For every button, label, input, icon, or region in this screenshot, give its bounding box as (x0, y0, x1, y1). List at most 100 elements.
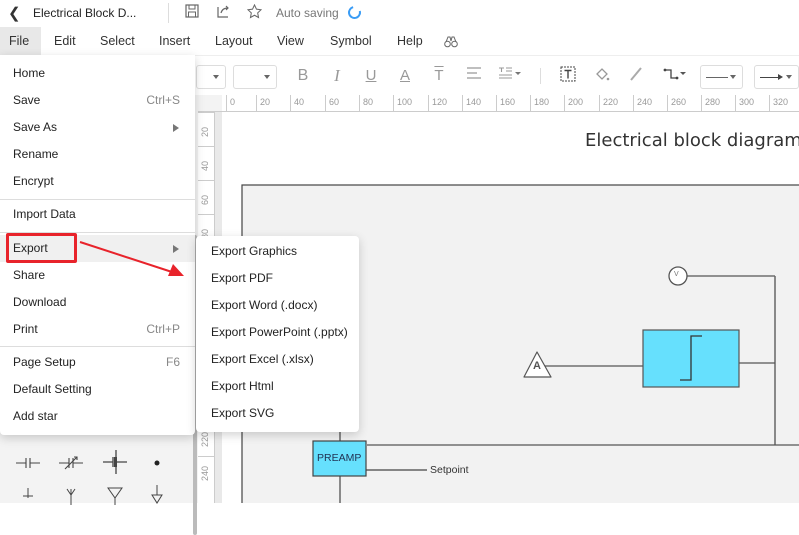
ruler-tick: 320 (769, 95, 788, 112)
spacing-icon[interactable] (497, 66, 523, 86)
antenna-symbol-icon[interactable] (58, 485, 84, 505)
menu-help[interactable]: Help (388, 27, 432, 55)
underline-button[interactable]: U (361, 66, 381, 86)
ruler-tick: 240 (633, 95, 652, 112)
submenu-arrow-icon (173, 245, 179, 253)
export-html-item[interactable]: Export Html (196, 373, 359, 400)
title-bar: ❮ Electrical Block D... Auto saving (0, 0, 799, 27)
voltmeter-label: V (674, 271, 679, 278)
line-style-select[interactable] (700, 65, 743, 89)
export-powerpoint-item[interactable]: Export PowerPoint (.pptx) (196, 319, 359, 346)
export-submenu: Export Graphics Export PDF Export Word (… (196, 236, 359, 432)
triangle-antenna-symbol-icon[interactable] (102, 485, 128, 505)
ruler-tick: 160 (496, 95, 515, 112)
ruler-tick: 200 (564, 95, 583, 112)
menu-divider (0, 346, 195, 347)
menu-item-save-as[interactable]: Save As (0, 114, 195, 141)
preamp-label: PREAMP (317, 452, 362, 464)
ruler-tick: 60 (325, 95, 339, 112)
divider (168, 3, 169, 23)
export-pdf-item[interactable]: Export PDF (196, 265, 359, 292)
horizontal-ruler: 0 20 40 60 80 100 120 140 160 180 200 22… (222, 95, 799, 112)
back-button[interactable]: ❮ (8, 4, 21, 22)
menu-item-encrypt[interactable]: Encrypt (0, 168, 195, 195)
junction-dot-icon[interactable] (145, 453, 171, 473)
fill-color-icon[interactable] (592, 66, 612, 86)
loading-spinner-icon (345, 3, 364, 22)
highlight-box-annotation (6, 233, 77, 263)
font-family-select[interactable] (196, 65, 226, 89)
shortcut-label: F6 (165, 355, 180, 369)
document-title[interactable]: Electrical Block D... (33, 6, 136, 20)
capacitor-symbol-icon[interactable] (15, 453, 41, 473)
font-size-select[interactable] (233, 65, 277, 89)
menu-item-share[interactable]: Share (0, 262, 195, 289)
ruler-tick: 80 (359, 95, 373, 112)
ruler-tick: 20 (256, 95, 270, 112)
ruler-tick: 0 (226, 95, 235, 112)
ammeter-label: A (533, 360, 541, 372)
setpoint-label: Setpoint (430, 464, 469, 476)
bold-button[interactable]: B (293, 66, 313, 86)
text-style-button[interactable]: T (429, 66, 449, 86)
ruler-tick: 40 (290, 95, 304, 112)
menu-item-save[interactable]: Save Ctrl+S (0, 87, 195, 114)
ruler-tick: 280 (701, 95, 720, 112)
ruler-tick: 140 (462, 95, 481, 112)
star-icon[interactable] (246, 3, 262, 20)
menu-bar: File Edit Select Insert Layout View Symb… (0, 27, 799, 55)
ruler-tick: 60 (198, 180, 215, 214)
ruler-tick: 180 (530, 95, 549, 112)
shortcut-label: Ctrl+P (146, 322, 180, 336)
submenu-arrow-icon (173, 124, 179, 132)
ground-symbol-icon[interactable] (15, 488, 41, 508)
share-icon[interactable] (216, 4, 232, 20)
italic-button[interactable]: I (327, 66, 347, 86)
align-icon[interactable] (464, 66, 484, 86)
export-graphics-item[interactable]: Export Graphics (196, 238, 359, 265)
ruler-tick: 300 (735, 95, 754, 112)
arrow-style-select[interactable] (754, 65, 799, 89)
ruler-tick: 100 (393, 95, 412, 112)
menu-edit[interactable]: Edit (45, 27, 85, 55)
export-svg-item[interactable]: Export SVG (196, 400, 359, 427)
menu-view[interactable]: View (268, 27, 313, 55)
ruler-tick: 220 (599, 95, 618, 112)
text-box-icon[interactable] (558, 66, 578, 86)
menu-item-print[interactable]: Print Ctrl+P (0, 316, 195, 343)
binoculars-icon[interactable] (435, 27, 467, 55)
menu-item-page-setup[interactable]: Page Setup F6 (0, 349, 195, 376)
line-color-icon[interactable] (626, 66, 646, 86)
menu-symbol[interactable]: Symbol (321, 27, 381, 55)
ruler-tick: 20 (198, 112, 215, 146)
ruler-corner (198, 95, 222, 112)
diagram-title[interactable]: Electrical block diagram (585, 130, 799, 151)
autosave-status: Auto saving (276, 6, 339, 20)
ruler-tick: 260 (667, 95, 686, 112)
font-color-button[interactable]: A (395, 66, 415, 86)
menu-item-import-data[interactable]: Import Data (0, 201, 195, 228)
ruler-tick: 120 (428, 95, 447, 112)
menu-insert[interactable]: Insert (150, 27, 199, 55)
toolbar-divider (540, 68, 541, 84)
menu-item-add-star[interactable]: Add star (0, 403, 195, 430)
ruler-tick: 40 (198, 146, 215, 180)
menu-item-rename[interactable]: Rename (0, 141, 195, 168)
menu-layout[interactable]: Layout (206, 27, 262, 55)
export-excel-item[interactable]: Export Excel (.xlsx) (196, 346, 359, 373)
battery-symbol-icon[interactable] (102, 450, 128, 474)
menu-item-home[interactable]: Home (0, 60, 195, 87)
menu-item-download[interactable]: Download (0, 289, 195, 316)
menu-file[interactable]: File (0, 27, 41, 55)
connector-icon[interactable] (662, 66, 690, 86)
earth-symbol-icon[interactable] (145, 485, 171, 505)
export-word-item[interactable]: Export Word (.docx) (196, 292, 359, 319)
shortcut-label: Ctrl+S (146, 93, 180, 107)
variable-capacitor-symbol-icon[interactable] (58, 453, 84, 473)
ruler-tick: 240 (198, 456, 215, 490)
menu-select[interactable]: Select (91, 27, 144, 55)
shape-library (0, 440, 190, 505)
save-icon[interactable] (184, 4, 200, 20)
menu-divider (0, 199, 195, 200)
menu-item-default-setting[interactable]: Default Setting (0, 376, 195, 403)
